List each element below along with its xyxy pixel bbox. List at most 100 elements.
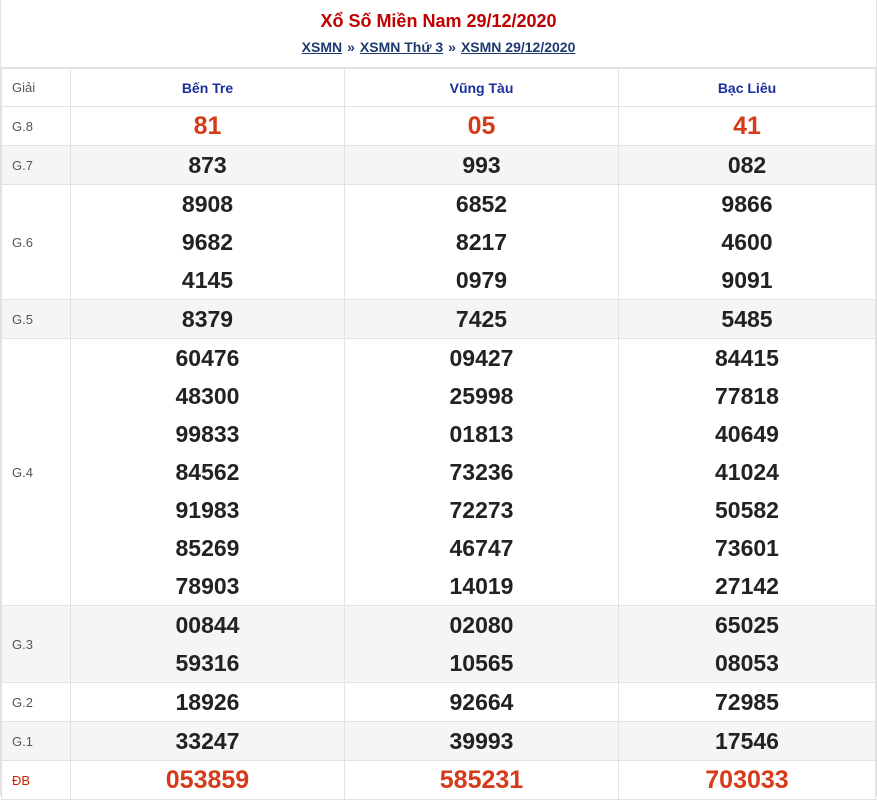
- prize-number: 85269: [175, 535, 240, 561]
- prize-cell: 84415 77818 40649 41024 50582 73601 27142: [618, 338, 876, 606]
- prize-number: 873: [188, 152, 227, 178]
- prize-cell: 703033: [618, 760, 876, 800]
- breadcrumb-link-xsmn-date[interactable]: XSMN 29/12/2020: [461, 39, 575, 55]
- prize-cell: 00844 59316: [70, 605, 345, 683]
- prize-number: 25998: [449, 383, 514, 409]
- page-title: Xổ Số Miền Nam 29/12/2020: [320, 11, 557, 31]
- prize-cell: 585231: [344, 760, 619, 800]
- column-header-province: Bến Tre: [70, 68, 345, 107]
- prize-number: 8217: [455, 229, 508, 255]
- prize-number: 27142: [715, 573, 779, 599]
- prize-label: G.5: [1, 299, 71, 339]
- breadcrumb-separator: »: [347, 39, 355, 55]
- prize-row: G.3 00844 59316 02080 10565 65025 08053: [1, 605, 876, 683]
- column-header-giai: Giải: [1, 68, 71, 107]
- column-header-province: Bạc Liêu: [618, 68, 876, 107]
- prize-number: 84562: [175, 459, 240, 485]
- prize-number: 00844: [175, 612, 240, 638]
- prize-number: 05: [467, 112, 496, 140]
- prize-cell: 7425: [344, 299, 619, 339]
- prize-row: G.7 873 993 082: [1, 145, 876, 185]
- column-header-province: Vũng Tàu: [344, 68, 619, 107]
- prize-cell: 92664: [344, 682, 619, 722]
- prize-cell: 8908 9682 4145: [70, 184, 345, 300]
- prize-number: 082: [727, 152, 767, 178]
- prize-row: ĐB 053859 585231 703033: [1, 760, 876, 800]
- prize-number: 73236: [449, 459, 514, 485]
- table-header-row: Giải Bến Tre Vũng Tàu Bạc Liêu: [1, 68, 876, 107]
- prize-row: G.1 33247 39993 17546: [1, 721, 876, 761]
- prize-number: 08053: [715, 650, 779, 676]
- prize-number: 60476: [175, 345, 240, 371]
- prize-number: 993: [462, 152, 501, 178]
- prize-cell: 09427 25998 01813 73236 72273 46747 14019: [344, 338, 619, 606]
- prize-number: 9866: [721, 191, 773, 217]
- prize-number: 14019: [449, 573, 514, 599]
- prize-cell: 33247: [70, 721, 345, 761]
- prize-number: 5485: [721, 306, 773, 332]
- prize-number: 50582: [715, 497, 779, 523]
- prize-number: 9091: [721, 267, 773, 293]
- prize-number: 585231: [439, 766, 524, 794]
- prize-cell: 5485: [618, 299, 876, 339]
- prize-number: 703033: [705, 766, 789, 794]
- prize-number: 01813: [449, 421, 514, 447]
- prize-number: 053859: [165, 766, 250, 794]
- prize-number: 72273: [449, 497, 514, 523]
- prize-number: 41: [733, 112, 761, 140]
- breadcrumb-separator: »: [448, 39, 456, 55]
- prize-number: 18926: [175, 689, 240, 715]
- prize-cell: 02080 10565: [344, 605, 619, 683]
- prize-number: 41024: [715, 459, 779, 485]
- prize-number: 0979: [455, 267, 508, 293]
- prize-number: 9682: [181, 229, 234, 255]
- prize-cell: 082: [618, 145, 876, 185]
- prize-number: 39993: [449, 728, 514, 754]
- prize-cell: 41: [618, 106, 876, 146]
- prize-number: 46747: [449, 535, 514, 561]
- prize-cell: 873: [70, 145, 345, 185]
- prize-number: 6852: [455, 191, 508, 217]
- prize-number: 33247: [175, 728, 240, 754]
- prize-number: 7425: [455, 306, 508, 332]
- prize-cell: 9866 4600 9091: [618, 184, 876, 300]
- prize-number: 02080: [449, 612, 514, 638]
- breadcrumb-link-xsmn[interactable]: XSMN: [302, 39, 342, 55]
- prize-number: 48300: [175, 383, 240, 409]
- prize-cell: 60476 48300 99833 84562 91983 85269 78903: [70, 338, 345, 606]
- prize-label: G.1: [1, 721, 71, 761]
- prize-number: 65025: [715, 612, 779, 638]
- results-table: Giải Bến Tre Vũng Tàu Bạc Liêu G.8 81 05 41…: [1, 68, 876, 800]
- prize-cell: 993: [344, 145, 619, 185]
- prize-number: 09427: [449, 345, 514, 371]
- prize-label: ĐB: [1, 760, 71, 800]
- prize-number: 72985: [715, 689, 779, 715]
- prize-row: G.2 18926 92664 72985: [1, 682, 876, 722]
- prize-number: 4600: [721, 229, 773, 255]
- prize-number: 81: [193, 112, 222, 140]
- prize-number: 92664: [449, 689, 514, 715]
- breadcrumb-link-xsmn-thu-3[interactable]: XSMN Thứ 3: [360, 39, 443, 55]
- prize-cell: 8379: [70, 299, 345, 339]
- prize-cell: 05: [344, 106, 619, 146]
- prize-row: G.8 81 05 41: [1, 106, 876, 146]
- prize-number: 84415: [715, 345, 779, 371]
- prize-label: G.3: [1, 605, 71, 683]
- prize-number: 10565: [449, 650, 514, 676]
- prize-row: G.6 8908 9682 4145 6852 8217 0979 9866 4600 9091: [1, 184, 876, 300]
- prize-cell: 053859: [70, 760, 345, 800]
- results-header: Xổ Số Miền Nam 29/12/2020 XSMN » XSMN Thứ …: [1, 0, 876, 68]
- prize-cell: 65025 08053: [618, 605, 876, 683]
- prize-label: G.7: [1, 145, 71, 185]
- prize-number: 40649: [715, 421, 779, 447]
- prize-number: 73601: [715, 535, 779, 561]
- prize-label: G.8: [1, 106, 71, 146]
- prize-cell: 18926: [70, 682, 345, 722]
- prize-number: 8379: [181, 306, 234, 332]
- prize-number: 78903: [175, 573, 240, 599]
- prize-row: G.5 8379 7425 5485: [1, 299, 876, 339]
- prize-cell: 72985: [618, 682, 876, 722]
- prize-number: 8908: [181, 191, 234, 217]
- breadcrumb: XSMN » XSMN Thứ 3 » XSMN 29/12/2020: [1, 38, 876, 56]
- prize-number: 17546: [715, 728, 779, 754]
